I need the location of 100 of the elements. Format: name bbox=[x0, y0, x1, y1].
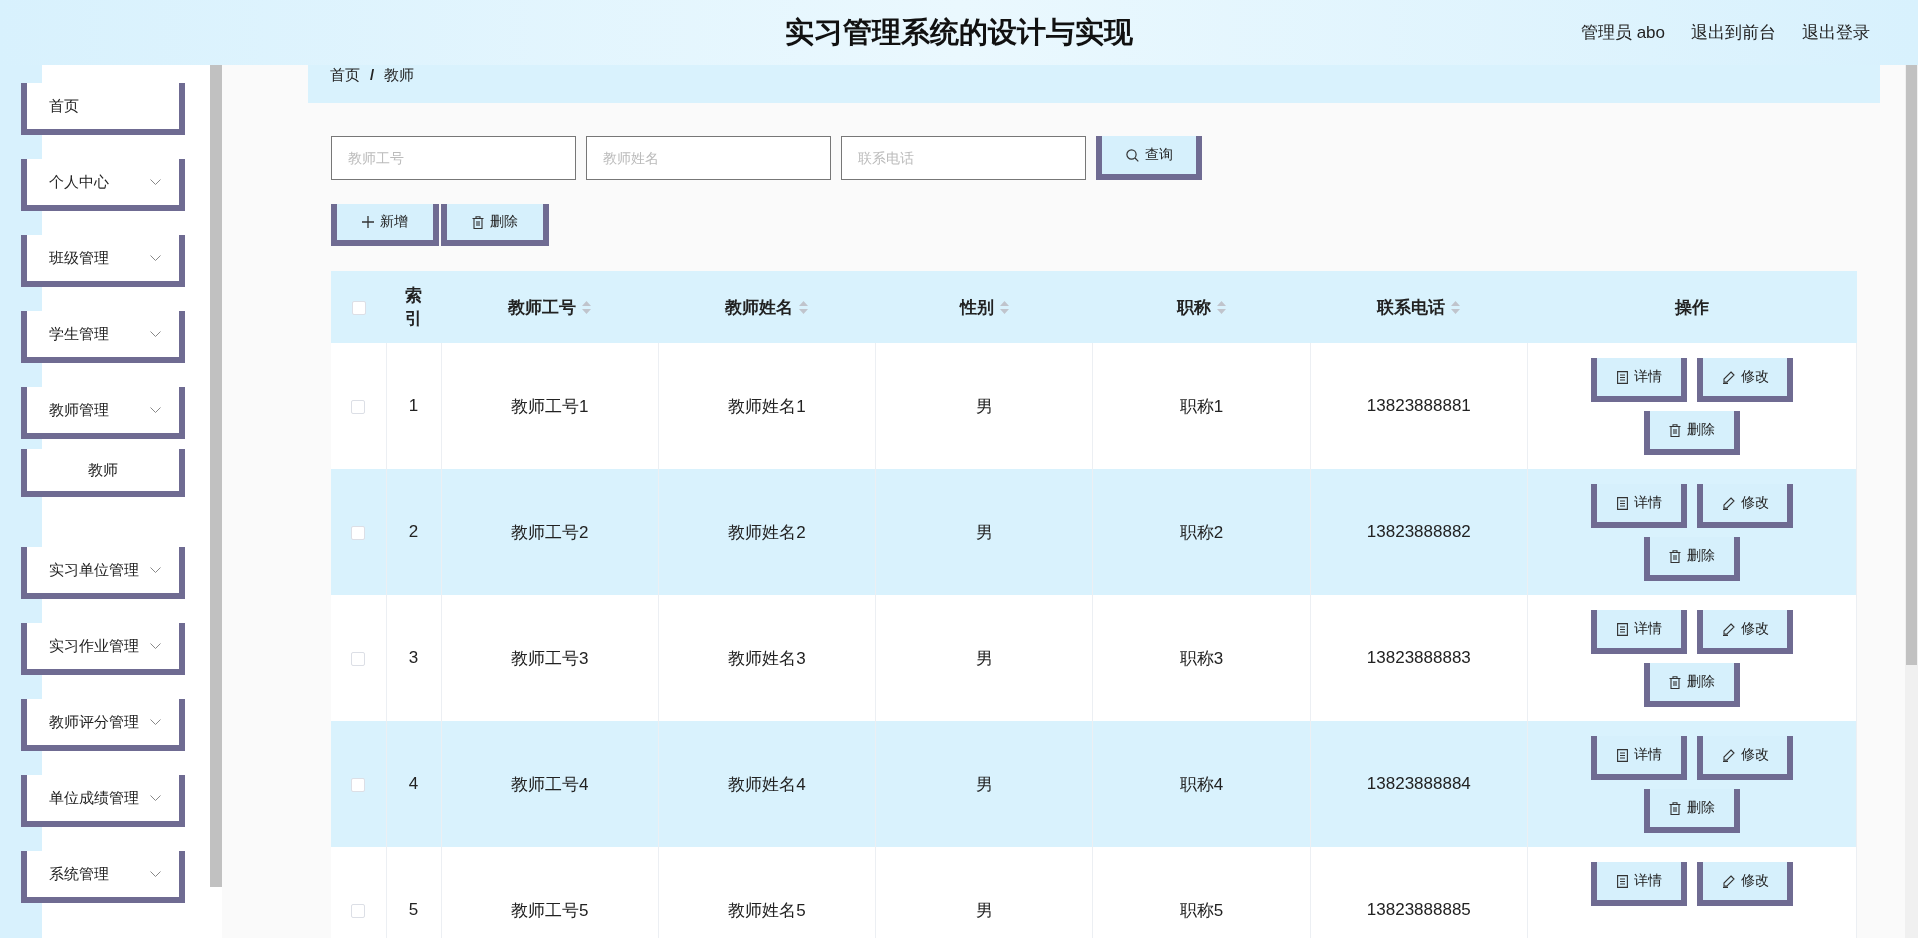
table-cell: 5 bbox=[408, 900, 419, 919]
delete-button[interactable]: 删除 bbox=[1644, 663, 1740, 707]
detail-button[interactable]: 详情 bbox=[1591, 862, 1687, 906]
plus-icon bbox=[362, 216, 374, 228]
row-checkbox[interactable] bbox=[351, 777, 366, 792]
search-field[interactable]: 教师姓名 bbox=[586, 136, 831, 180]
table-cell: 13823888882 bbox=[1366, 522, 1471, 541]
sidebar-item[interactable]: 班级管理 bbox=[21, 235, 185, 287]
detail-button[interactable]: 详情 bbox=[1591, 484, 1687, 528]
breadcrumb-item[interactable]: 教师 bbox=[384, 65, 415, 84]
detail-button[interactable]: 详情 bbox=[1591, 358, 1687, 402]
sidebar-item[interactable]: 实习作业管理 bbox=[21, 623, 185, 675]
app-title: 实习管理系统的设计与实现 bbox=[785, 14, 1133, 50]
column-header: 操作 bbox=[1675, 296, 1709, 319]
column-header: 教师工号 bbox=[508, 296, 577, 319]
table-cell: 教师姓名5 bbox=[728, 900, 806, 920]
table-cell: 13823888883 bbox=[1366, 648, 1471, 667]
detail-button[interactable]: 详情 bbox=[1591, 610, 1687, 654]
table-cell: 男 bbox=[975, 522, 993, 542]
sidebar-scrollbar[interactable] bbox=[210, 65, 222, 887]
edit-button[interactable]: 修改 bbox=[1697, 736, 1793, 780]
table-cell: 13823888884 bbox=[1366, 774, 1471, 793]
header-link[interactable]: 退出到前台 bbox=[1691, 21, 1776, 44]
header-link[interactable]: 退出登录 bbox=[1802, 21, 1870, 44]
table-cell: 男 bbox=[975, 648, 993, 668]
row-checkbox[interactable] bbox=[351, 903, 366, 918]
trash-icon bbox=[1669, 801, 1681, 815]
chevron-down-icon bbox=[150, 254, 161, 262]
sort-icon[interactable] bbox=[1217, 300, 1227, 314]
sidebar-item[interactable]: 系统管理 bbox=[21, 851, 185, 903]
table-cell: 教师姓名4 bbox=[728, 774, 806, 794]
pencil-icon bbox=[1721, 496, 1735, 510]
table-cell: 男 bbox=[975, 396, 993, 416]
chevron-down-icon bbox=[150, 718, 161, 726]
chevron-down-icon bbox=[150, 566, 161, 574]
table-cell: 4 bbox=[408, 774, 419, 793]
breadcrumb-item[interactable]: 首页 bbox=[330, 65, 360, 84]
table-cell: 教师工号1 bbox=[510, 396, 589, 416]
pencil-icon bbox=[1721, 370, 1735, 384]
table-cell: 职称1 bbox=[1179, 396, 1224, 416]
delete-button[interactable]: 删除 bbox=[1644, 537, 1740, 581]
sort-icon[interactable] bbox=[1451, 300, 1461, 314]
table-cell: 13823888881 bbox=[1366, 396, 1471, 415]
sort-icon[interactable] bbox=[999, 300, 1009, 314]
table-cell: 教师工号4 bbox=[510, 774, 589, 794]
add-button[interactable]: 新增 bbox=[331, 204, 439, 246]
breadcrumb-separator: / bbox=[370, 65, 375, 84]
search-field[interactable]: 联系电话 bbox=[841, 136, 1086, 180]
search-icon bbox=[1125, 148, 1139, 162]
sidebar-item[interactable]: 首页 bbox=[21, 83, 185, 135]
trash-icon bbox=[1669, 549, 1681, 563]
header-link[interactable]: 管理员 abo bbox=[1580, 21, 1665, 44]
detail-button[interactable]: 详情 bbox=[1591, 736, 1687, 780]
table-cell: 职称2 bbox=[1179, 522, 1224, 542]
sort-icon[interactable] bbox=[799, 300, 809, 314]
edit-button[interactable]: 修改 bbox=[1697, 862, 1793, 906]
sidebar-item[interactable]: 教师管理 bbox=[21, 387, 185, 439]
edit-button[interactable]: 修改 bbox=[1697, 610, 1793, 654]
pencil-icon bbox=[1721, 748, 1735, 762]
delete-button[interactable]: 删除 bbox=[1644, 411, 1740, 455]
edit-button[interactable]: 修改 bbox=[1697, 358, 1793, 402]
trash-icon bbox=[472, 215, 484, 229]
table-cell: 1 bbox=[408, 396, 419, 415]
table-cell: 职称3 bbox=[1179, 648, 1224, 668]
delete-button[interactable]: 删除 bbox=[1644, 789, 1740, 833]
edit-button[interactable]: 修改 bbox=[1697, 484, 1793, 528]
table-cell: 职称5 bbox=[1179, 900, 1224, 920]
search-button[interactable]: 查询 bbox=[1096, 136, 1202, 180]
row-checkbox[interactable] bbox=[351, 399, 366, 414]
table-cell: 职称4 bbox=[1179, 774, 1224, 794]
table-cell: 3 bbox=[408, 648, 419, 667]
chevron-down-icon bbox=[150, 642, 161, 650]
sidebar-item[interactable]: 学生管理 bbox=[21, 311, 185, 363]
sidebar-item[interactable]: 教师评分管理 bbox=[21, 699, 185, 751]
page-scrollbar[interactable] bbox=[1905, 65, 1918, 938]
document-icon bbox=[1616, 874, 1628, 888]
column-header: 索引 bbox=[404, 285, 423, 330]
table-cell: 教师姓名3 bbox=[728, 648, 806, 668]
table-cell: 2 bbox=[408, 522, 419, 541]
delete-button[interactable]: 删除 bbox=[441, 204, 549, 246]
sidebar-item[interactable]: 实习单位管理 bbox=[21, 547, 185, 599]
trash-icon bbox=[1669, 423, 1681, 437]
select-all-checkbox[interactable] bbox=[351, 300, 366, 315]
table-cell: 教师工号5 bbox=[510, 900, 589, 920]
column-header: 联系电话 bbox=[1377, 296, 1446, 319]
search-field[interactable]: 教师工号 bbox=[331, 136, 576, 180]
sort-icon[interactable] bbox=[582, 300, 592, 314]
chevron-down-icon bbox=[150, 178, 161, 186]
document-icon bbox=[1616, 370, 1628, 384]
chevron-down-icon bbox=[150, 330, 161, 338]
table-cell: 教师工号2 bbox=[510, 522, 589, 542]
sidebar-item[interactable]: 单位成绩管理 bbox=[21, 775, 185, 827]
row-checkbox[interactable] bbox=[351, 651, 366, 666]
chevron-down-icon bbox=[150, 794, 161, 802]
document-icon bbox=[1616, 622, 1628, 636]
pencil-icon bbox=[1721, 622, 1735, 636]
sidebar-subitem[interactable]: 教师 bbox=[21, 449, 185, 497]
sidebar-item[interactable]: 个人中心 bbox=[21, 159, 185, 211]
row-checkbox[interactable] bbox=[351, 525, 366, 540]
chevron-down-icon bbox=[150, 406, 161, 414]
